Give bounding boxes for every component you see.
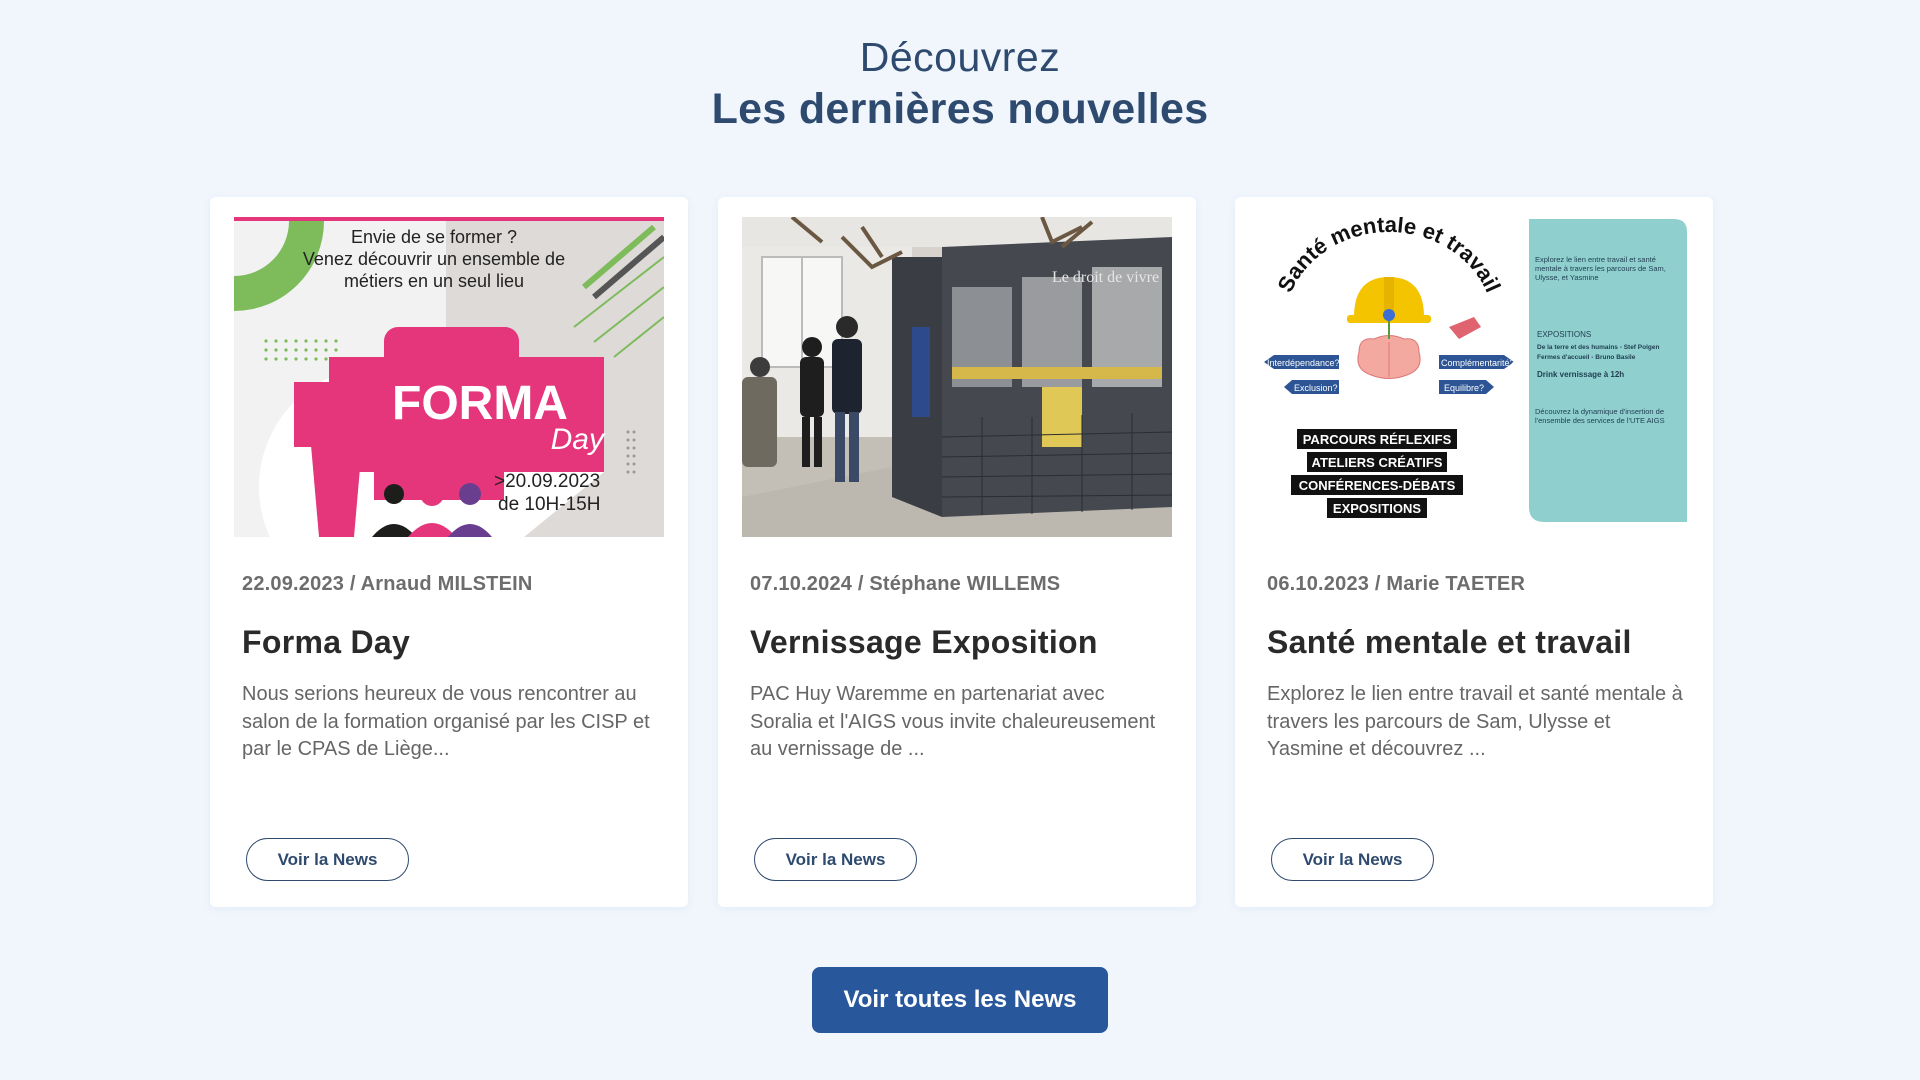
svg-text:De la terre et des humains - S: De la terre et des humains - Stef Polgen bbox=[1537, 344, 1659, 351]
news-image-vernissage[interactable]: Le droit de vivre bbox=[742, 217, 1172, 537]
news-title[interactable]: Forma Day bbox=[242, 624, 410, 661]
news-card-sante-mentale: Santé mentale et travail Interdépendance… bbox=[1235, 197, 1713, 907]
svg-text:Drink vernissage à 12h: Drink vernissage à 12h bbox=[1537, 370, 1624, 379]
svg-text:Day: Day bbox=[551, 423, 606, 456]
news-meta: 06.10.2023 / Marie TAETER bbox=[1267, 573, 1526, 595]
svg-text:Venez découvrir un ensemble de: Venez découvrir un ensemble de bbox=[303, 249, 565, 269]
svg-text:métiers en un seul lieu: métiers en un seul lieu bbox=[344, 271, 524, 291]
section-title: Les dernières nouvelles bbox=[711, 85, 1209, 133]
svg-text:Exclusion?: Exclusion? bbox=[1294, 383, 1338, 393]
news-card-forma-day: Envie de se former ? Venez découvrir un … bbox=[210, 197, 688, 907]
news-meta: 22.09.2023 / Arnaud MILSTEIN bbox=[242, 573, 533, 595]
news-image-sante-mentale[interactable]: Santé mentale et travail Interdépendance… bbox=[1259, 217, 1689, 537]
news-title[interactable]: Vernissage Exposition bbox=[750, 624, 1098, 661]
svg-text:ATELIERS CRÉATIFS: ATELIERS CRÉATIFS bbox=[1312, 455, 1443, 470]
svg-text:Complémentarité?: Complémentarité? bbox=[1441, 358, 1515, 368]
svg-text:Equilibre?: Equilibre? bbox=[1444, 383, 1484, 393]
news-meta: 07.10.2024 / Stéphane WILLEMS bbox=[750, 573, 1061, 595]
svg-text:FORMA: FORMA bbox=[392, 377, 568, 430]
read-news-button[interactable]: Voir la News bbox=[1271, 838, 1434, 881]
svg-text:CONFÉRENCES-DÉBATS: CONFÉRENCES-DÉBATS bbox=[1299, 478, 1456, 493]
svg-text:de 10H-15H: de 10H-15H bbox=[498, 494, 600, 515]
read-news-button[interactable]: Voir la News bbox=[246, 838, 409, 881]
read-news-button[interactable]: Voir la News bbox=[754, 838, 917, 881]
section-heading: Découvrez Les dernières nouvelles bbox=[0, 32, 1920, 136]
news-excerpt: Nous serions heureux de vous rencontrer … bbox=[242, 683, 650, 760]
news-excerpt: Explorez le lien entre travail et santé … bbox=[1267, 683, 1683, 760]
svg-text:EXPOSITIONS: EXPOSITIONS bbox=[1537, 330, 1591, 339]
svg-text:EXPOSITIONS: EXPOSITIONS bbox=[1333, 501, 1421, 516]
news-excerpt: PAC Huy Waremme en partenariat avec Sora… bbox=[750, 683, 1156, 760]
svg-text:Interdépendance?: Interdépendance? bbox=[1267, 358, 1340, 368]
svg-text:Le droit de vivre: Le droit de vivre bbox=[1052, 269, 1159, 286]
news-card-vernissage: Le droit de vivre 07.10.2024 / Stéphane … bbox=[718, 197, 1196, 907]
news-title[interactable]: Santé mentale et travail bbox=[1267, 624, 1632, 661]
news-image-forma-day[interactable]: Envie de se former ? Venez découvrir un … bbox=[234, 217, 664, 537]
section-subtitle: Découvrez bbox=[859, 34, 1061, 80]
svg-text:Envie de se former ?: Envie de se former ? bbox=[351, 227, 517, 247]
svg-text:>20.09.2023: >20.09.2023 bbox=[494, 471, 600, 492]
svg-text:Fermes d'accueil - Bruno Basil: Fermes d'accueil - Bruno Basile bbox=[1537, 354, 1636, 361]
svg-text:PARCOURS RÉFLEXIFS: PARCOURS RÉFLEXIFS bbox=[1303, 432, 1452, 447]
all-news-button[interactable]: Voir toutes les News bbox=[812, 967, 1108, 1033]
